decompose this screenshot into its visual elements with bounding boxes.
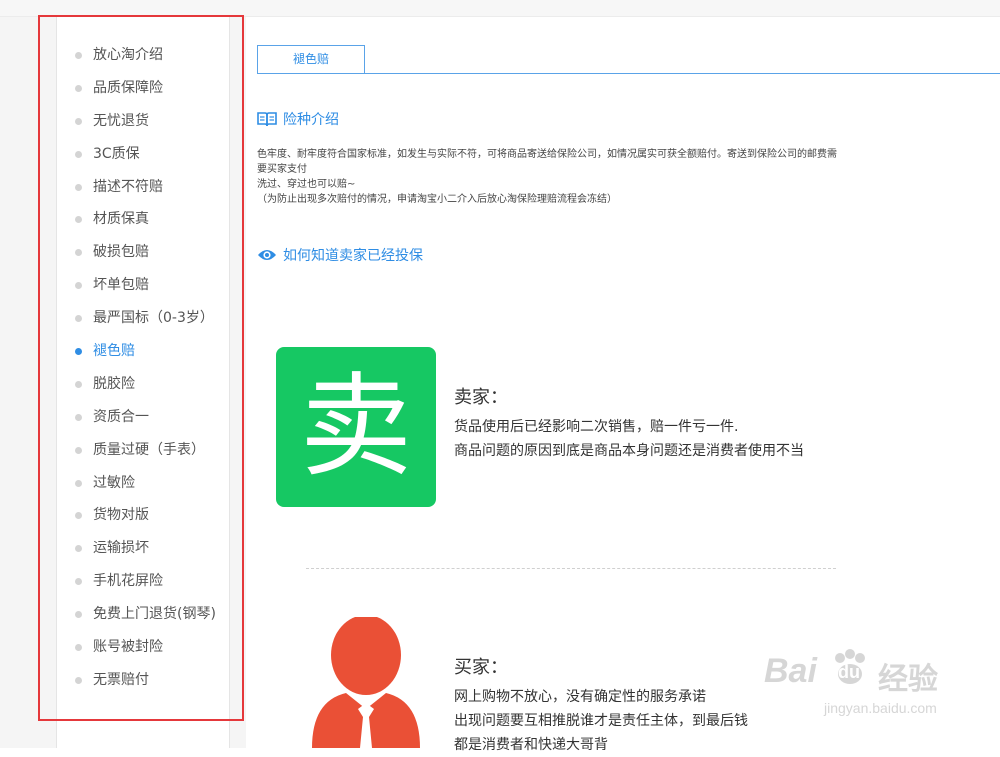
intro-line: 要买家支付: [257, 164, 307, 175]
sidebar-item[interactable]: 免费上门退货(钢琴): [57, 598, 229, 631]
intro-title: 险种介绍: [283, 112, 339, 128]
seller-title: 卖家：: [454, 387, 508, 408]
main-content: 褪色赔 险种介绍 色牢度、耐牢度符合国家标准，如发生与实际不符，可将商品寄送给保…: [246, 17, 1000, 753]
sidebar-item-label: 货物对版: [93, 507, 149, 524]
sidebar-item[interactable]: 过敏险: [57, 467, 229, 500]
sidebar-item[interactable]: 运输损坏: [57, 532, 229, 565]
book-icon: [257, 112, 277, 127]
bullet-dot-icon: [75, 216, 82, 224]
intro-heading: 险种介绍: [257, 109, 339, 129]
bullet-dot-icon: [75, 117, 82, 125]
seller-tile: 卖: [276, 347, 436, 507]
buyer-line: 网上购物不放心，没有确定性的服务承诺: [454, 689, 706, 705]
sidebar-item-label: 手机花屏险: [93, 573, 163, 590]
sidebar-item[interactable]: 品质保障险: [57, 72, 229, 105]
sidebar-item-label: 运输损坏: [93, 540, 149, 557]
sidebar-item[interactable]: 破损包赔: [57, 236, 229, 269]
section-divider: [306, 568, 836, 569]
top-strip: [0, 0, 1000, 17]
howto-title: 如何知道卖家已经投保: [283, 248, 423, 264]
intro-line: （为防止出现多次赔付的情况，申请淘宝小二介入后放心淘保险理赔流程会冻结）: [257, 194, 617, 205]
sidebar-item[interactable]: 手机花屏险: [57, 565, 229, 598]
sidebar-item-label: 无忧退货: [93, 112, 149, 129]
buyer-person-icon: [312, 617, 420, 748]
sidebar-item[interactable]: 货物对版: [57, 499, 229, 532]
sidebar-item[interactable]: 褪色赔: [57, 335, 229, 368]
intro-line: 洗过、穿过也可以赔~: [257, 179, 356, 190]
sidebar-nav: 放心淘介绍品质保障险无忧退货 3C质保描述不符赔材质保真破损包赔坏单包赔最严国标（…: [57, 39, 229, 697]
sidebar-item[interactable]: 资质合一: [57, 401, 229, 434]
bullet-dot-icon: [75, 545, 82, 553]
intro-description: 色牢度、耐牢度符合国家标准，如发生与实际不符，可将商品寄送给保险公司，如情况属实…: [257, 147, 907, 207]
sidebar-item[interactable]: 放心淘介绍: [57, 39, 229, 72]
buyer-title: 买家：: [454, 657, 508, 678]
eye-icon: [258, 250, 276, 260]
sidebar-item-label: 品质保障险: [93, 79, 163, 96]
sidebar-item-label: 最严国标（0-3岁）: [93, 310, 214, 327]
bullet-dot-icon: [75, 512, 82, 520]
sidebar-item-label: 褪色赔: [93, 343, 135, 360]
seller-line: 商品问题的原因到底是商品本身问题还是消费者使用不当: [454, 443, 804, 459]
sidebar: 放心淘介绍品质保障险无忧退货 3C质保描述不符赔材质保真破损包赔坏单包赔最严国标（…: [56, 17, 230, 748]
sidebar-item[interactable]: 最严国标（0-3岁）: [57, 302, 229, 335]
sidebar-item-label: 账号被封险: [93, 639, 163, 656]
bullet-dot-icon: [75, 315, 82, 323]
sidebar-item[interactable]: 无票赔付: [57, 664, 229, 697]
sidebar-item[interactable]: 质量过硬（手表）: [57, 434, 229, 467]
sidebar-item-label: 过敏险: [93, 474, 135, 491]
seller-block: 卖家： 货品使用后已经影响二次销售，赔一件亏一件. 商品问题的原因到底是商品本身…: [454, 383, 804, 463]
sidebar-item-label: 坏单包赔: [93, 277, 149, 294]
tab-bar: 褪色赔: [257, 45, 1000, 74]
sidebar-item-label: 质量过硬（手表）: [93, 441, 205, 458]
bullet-dot-icon: [75, 282, 82, 290]
howto-heading: 如何知道卖家已经投保: [257, 245, 423, 265]
sidebar-item[interactable]: 脱胶险: [57, 368, 229, 401]
sidebar-item[interactable]: 材质保真: [57, 203, 229, 236]
sidebar-item[interactable]: 无忧退货: [57, 105, 229, 138]
sidebar-item-label: 材质保真: [93, 211, 149, 228]
sidebar-item-label: 无票赔付: [93, 671, 149, 688]
sidebar-item-label: 3C质保: [93, 145, 140, 162]
sidebar-item-label: 破损包赔: [93, 244, 149, 261]
bullet-dot-icon: [75, 578, 82, 586]
sidebar-item-label: 放心淘介绍: [93, 47, 163, 63]
bullet-dot-icon: [75, 611, 82, 619]
sidebar-item[interactable]: 坏单包赔: [57, 269, 229, 302]
bullet-dot-icon: [75, 644, 82, 652]
buyer-line: 出现问题要互相推脱谁才是责任主体，到最后钱: [454, 713, 748, 729]
bullet-dot-icon: [75, 52, 82, 59]
buyer-line: 都是消费者和快递大哥背: [454, 737, 608, 753]
sidebar-item-label: 免费上门退货(钢琴): [93, 606, 216, 623]
bullet-dot-icon: [75, 348, 82, 356]
bullet-dot-icon: [75, 380, 82, 388]
bullet-dot-icon: [75, 84, 82, 92]
sidebar-item[interactable]: 3C质保: [57, 138, 229, 171]
buyer-block: 买家： 网上购物不放心，没有确定性的服务承诺 出现问题要互相推脱谁才是责任主体，…: [454, 653, 748, 757]
bullet-dot-icon: [75, 413, 82, 421]
tab-fade-compensation[interactable]: 褪色赔: [257, 45, 365, 73]
bullet-dot-icon: [75, 183, 82, 191]
sidebar-item[interactable]: 描述不符赔: [57, 171, 229, 204]
bullet-dot-icon: [75, 249, 82, 257]
sidebar-item-label: 资质合一: [93, 408, 149, 425]
sidebar-item-label: 描述不符赔: [93, 178, 163, 195]
seller-line: 货品使用后已经影响二次销售，赔一件亏一件.: [454, 419, 739, 435]
intro-line: 色牢度、耐牢度符合国家标准，如发生与实际不符，可将商品寄送给保险公司，如情况属实…: [257, 149, 837, 160]
sidebar-item-label: 脱胶险: [93, 375, 135, 392]
bullet-dot-icon: [75, 150, 82, 158]
bullet-dot-icon: [75, 479, 82, 487]
bullet-dot-icon: [75, 676, 82, 684]
sidebar-item[interactable]: 账号被封险: [57, 631, 229, 664]
bullet-dot-icon: [75, 446, 82, 454]
